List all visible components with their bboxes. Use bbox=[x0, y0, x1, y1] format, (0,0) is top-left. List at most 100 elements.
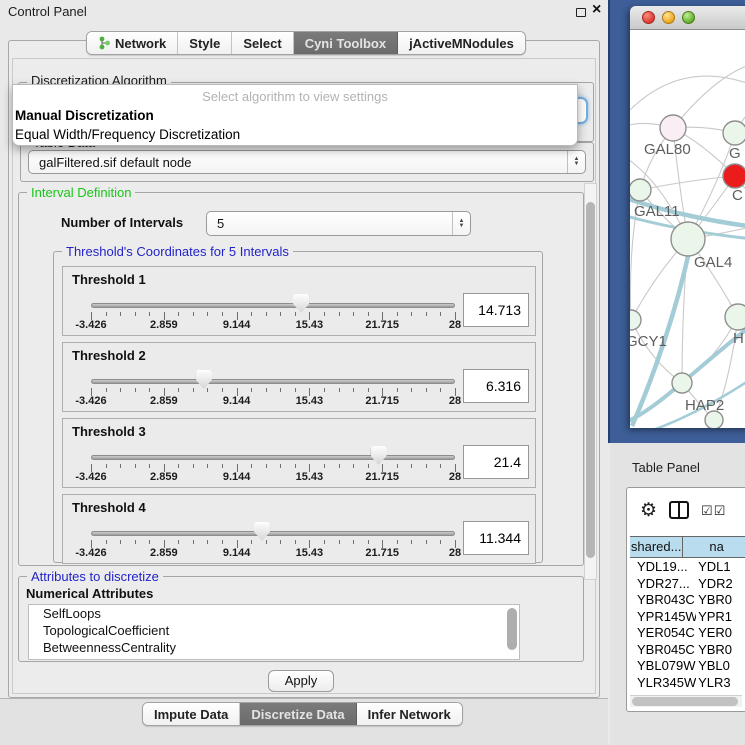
slider-scale-label: 21.715 bbox=[365, 319, 399, 331]
threshold-value-field[interactable]: 6.316 bbox=[463, 369, 529, 403]
tab-network[interactable]: Network bbox=[87, 32, 178, 54]
number-of-intervals-label: Number of Intervals bbox=[61, 215, 183, 230]
apply-button[interactable]: Apply bbox=[268, 670, 334, 692]
network-canvas[interactable]: GAL80GCGAL11GAL4GCY1HHAP2 bbox=[630, 30, 745, 428]
tab-cyni-toolbox[interactable]: Cyni Toolbox bbox=[294, 32, 398, 54]
slider-track[interactable] bbox=[91, 531, 455, 536]
table-row[interactable]: YLR345WYLR3 bbox=[630, 675, 745, 692]
cell-shared-name[interactable]: YBR045C bbox=[630, 642, 696, 659]
table-horizontal-scrollbar[interactable] bbox=[630, 695, 742, 707]
tab-infer-network[interactable]: Infer Network bbox=[357, 703, 462, 725]
slider-tick bbox=[353, 388, 354, 392]
dropdown-option-manual[interactable]: Manual Discretization bbox=[13, 106, 577, 125]
attribute-item[interactable]: TopologicalCoefficient bbox=[29, 622, 519, 639]
attribute-item[interactable]: SelfLoops bbox=[29, 605, 519, 622]
control-panel-title: Control Panel bbox=[8, 4, 87, 19]
table-row[interactable]: YIL052CYIL0 bbox=[630, 691, 745, 692]
slider-thumb[interactable] bbox=[371, 446, 387, 465]
slider-tick bbox=[440, 464, 441, 468]
cell-shared-name[interactable]: YIL052C bbox=[630, 691, 696, 692]
threshold-value-field[interactable]: 11.344 bbox=[463, 521, 529, 555]
table-data-combo[interactable]: galFiltered.sif default node ▲▼ bbox=[28, 150, 586, 174]
table-row[interactable]: YER054CYER0 bbox=[630, 625, 745, 642]
column-header-shared-name[interactable]: shared... bbox=[630, 537, 682, 557]
network-node[interactable] bbox=[705, 411, 723, 428]
network-node-gcy1[interactable] bbox=[630, 310, 641, 330]
slider-tick bbox=[440, 388, 441, 392]
slider-track[interactable] bbox=[91, 303, 455, 308]
cell-name[interactable]: YBL0 bbox=[696, 658, 745, 675]
slider-tick bbox=[295, 388, 296, 392]
tab-jactivemnodules[interactable]: jActiveMNodules bbox=[398, 32, 525, 54]
cell-name[interactable]: YBR0 bbox=[696, 642, 745, 659]
numerical-attributes-list[interactable]: SelfLoopsTopologicalCoefficientBetweenne… bbox=[28, 604, 520, 660]
threshold-value-field[interactable]: 14.713 bbox=[463, 293, 529, 327]
close-traffic-light-icon[interactable] bbox=[642, 11, 655, 24]
network-node-c[interactable] bbox=[723, 164, 745, 188]
network-icon bbox=[98, 36, 111, 50]
column-header-name[interactable]: na bbox=[682, 537, 745, 557]
zoom-traffic-light-icon[interactable] bbox=[682, 11, 695, 24]
dropdown-option-equal-width[interactable]: Equal Width/Frequency Discretization bbox=[13, 125, 577, 144]
number-of-intervals-value: 5 bbox=[207, 216, 452, 231]
slider-tick bbox=[120, 464, 121, 468]
table-row[interactable]: YBR043CYBR0 bbox=[630, 592, 745, 609]
cell-shared-name[interactable]: YBR043C bbox=[630, 592, 696, 609]
network-node-gal11[interactable] bbox=[630, 179, 651, 201]
cell-name[interactable]: YBR0 bbox=[696, 592, 745, 609]
cell-shared-name[interactable]: YDR27... bbox=[630, 576, 696, 593]
cell-name[interactable]: YER0 bbox=[696, 625, 745, 642]
cell-shared-name[interactable]: YPR145W bbox=[630, 609, 696, 626]
slider-thumb[interactable] bbox=[196, 370, 212, 389]
network-window-titlebar[interactable] bbox=[630, 6, 745, 30]
network-window: GAL80GCGAL11GAL4GCY1HHAP2 bbox=[630, 6, 745, 428]
network-node-h[interactable] bbox=[725, 304, 745, 330]
network-node-hap2[interactable] bbox=[672, 373, 692, 393]
table-row[interactable]: YBR045CYBR0 bbox=[630, 642, 745, 659]
network-edge bbox=[631, 320, 682, 383]
table-row[interactable]: YPR145WYPR1 bbox=[630, 609, 745, 626]
cell-shared-name[interactable]: YBL079W bbox=[630, 658, 696, 675]
table-row[interactable]: YBL079WYBL0 bbox=[630, 658, 745, 675]
table-row[interactable]: YDR27...YDR2 bbox=[630, 576, 745, 593]
slider-tick bbox=[149, 312, 150, 316]
cell-name[interactable]: YDL1 bbox=[696, 559, 745, 576]
slider-tick bbox=[324, 312, 325, 316]
slider-tick bbox=[353, 464, 354, 468]
network-node-gal4[interactable] bbox=[671, 222, 705, 256]
slider-thumb[interactable] bbox=[254, 522, 270, 541]
slider-tick bbox=[120, 312, 121, 316]
slider-scale-label: 9.144 bbox=[223, 471, 251, 483]
tab-select[interactable]: Select bbox=[232, 32, 293, 54]
network-node-g[interactable] bbox=[723, 121, 745, 145]
cell-name[interactable]: YDR2 bbox=[696, 576, 745, 593]
slider-tick bbox=[280, 312, 281, 316]
tab-style[interactable]: Style bbox=[178, 32, 232, 54]
slider-tick bbox=[266, 312, 267, 316]
cell-name[interactable]: YPR1 bbox=[696, 609, 745, 626]
cell-name[interactable]: YLR3 bbox=[696, 675, 745, 692]
settings-scrollbar[interactable] bbox=[584, 183, 597, 580]
network-node-gal80[interactable] bbox=[660, 115, 686, 141]
cell-shared-name[interactable]: YLR345W bbox=[630, 675, 696, 692]
columns-icon[interactable] bbox=[669, 501, 689, 519]
table-row[interactable]: YDL19...YDL1 bbox=[630, 559, 745, 576]
tab-discretize-data[interactable]: Discretize Data bbox=[240, 703, 356, 725]
cell-shared-name[interactable]: YER054C bbox=[630, 625, 696, 642]
tab-impute-data[interactable]: Impute Data bbox=[143, 703, 240, 725]
number-of-intervals-combo[interactable]: 5 ▲▼ bbox=[206, 211, 471, 236]
attributes-scrollbar[interactable] bbox=[507, 608, 517, 656]
attribute-item[interactable]: BetweennessCentrality bbox=[29, 639, 519, 656]
gear-icon[interactable]: ⚙ bbox=[640, 501, 657, 520]
slider-track[interactable] bbox=[91, 455, 455, 460]
threshold-value-field[interactable]: 21.4 bbox=[463, 445, 529, 479]
cell-name[interactable]: YIL0 bbox=[696, 691, 745, 692]
checkbox-checked-icon[interactable]: ☑☑ bbox=[701, 504, 726, 517]
network-node-label: GAL11 bbox=[634, 203, 680, 220]
slider-thumb[interactable] bbox=[293, 294, 309, 313]
minimize-traffic-light-icon[interactable] bbox=[662, 11, 675, 24]
slider-track[interactable] bbox=[91, 379, 455, 384]
cell-shared-name[interactable]: YDL19... bbox=[630, 559, 696, 576]
float-window-icon[interactable] bbox=[576, 8, 586, 17]
close-icon[interactable]: × bbox=[592, 1, 601, 19]
